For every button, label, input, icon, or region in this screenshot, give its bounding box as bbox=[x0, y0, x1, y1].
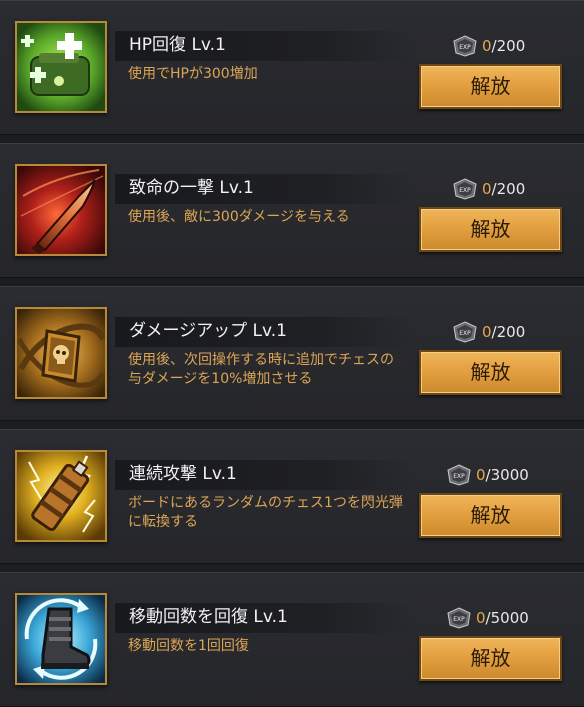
skill-card-damage-up: ダメージアップ Lv.1 使用後、次回操作する時に追加でチェスの与ダメージを10… bbox=[0, 286, 584, 421]
skill-card-hp-recovery: HP回復 Lv.1 使用でHPが300増加 EXP 0/200 解放 bbox=[0, 0, 584, 135]
unlock-button[interactable]: 解放 bbox=[419, 350, 562, 395]
exp-required: /200 bbox=[491, 37, 526, 55]
skill-description: 使用でHPが300増加 bbox=[128, 66, 258, 82]
exp-badge-label: EXP bbox=[459, 330, 471, 337]
skill-description: ボードにあるランダムのチェス1つを閃光弾に転換する bbox=[128, 495, 403, 530]
exp-badge-label: EXP bbox=[459, 44, 471, 51]
skill-description: 使用後、次回操作する時に追加でチェスの与ダメージを10%増加させる bbox=[128, 352, 394, 387]
exp-required: /200 bbox=[491, 180, 526, 198]
exp-cost: EXP 0/3000 bbox=[446, 464, 529, 486]
exp-current: 0 bbox=[482, 37, 492, 55]
exp-current: 0 bbox=[482, 323, 492, 341]
unlock-button[interactable]: 解放 bbox=[419, 493, 562, 538]
exp-current: 0 bbox=[482, 180, 492, 198]
exp-cost: EXP 0/200 bbox=[452, 321, 525, 343]
skill-title: 連続攻撃 Lv.1 bbox=[129, 464, 237, 484]
green-medkit-icon bbox=[15, 21, 107, 113]
skill-title: 致命の一撃 Lv.1 bbox=[129, 178, 254, 198]
exp-badge-icon: EXP bbox=[453, 321, 477, 343]
skill-title: HP回復 Lv.1 bbox=[129, 35, 226, 55]
exp-required: /3000 bbox=[485, 466, 529, 484]
exp-current: 0 bbox=[476, 609, 486, 627]
exp-badge-label: EXP bbox=[453, 616, 465, 623]
exp-badge-icon: EXP bbox=[447, 464, 471, 486]
skill-card-move-recovery: 移動回数を回復 Lv.1 移動回数を1回回復 EXP 0/5000 解放 bbox=[0, 572, 584, 707]
gold-skull-badge-icon bbox=[15, 307, 107, 399]
skill-title: ダメージアップ Lv.1 bbox=[129, 321, 287, 341]
exp-current: 0 bbox=[476, 466, 486, 484]
unlock-button[interactable]: 解放 bbox=[419, 207, 562, 252]
lightning-grenade-icon bbox=[15, 450, 107, 542]
skill-description: 移動回数を1回回復 bbox=[128, 638, 249, 654]
skill-card-combo-attack: 連続攻撃 Lv.1 ボードにあるランダムのチェス1つを閃光弾に転換する EXP … bbox=[0, 429, 584, 564]
exp-badge-label: EXP bbox=[459, 187, 471, 194]
unlock-button[interactable]: 解放 bbox=[419, 64, 562, 109]
exp-badge-icon: EXP bbox=[453, 35, 477, 57]
exp-cost: EXP 0/200 bbox=[452, 178, 525, 200]
exp-cost: EXP 0/200 bbox=[452, 35, 525, 57]
skill-card-critical-strike: 致命の一撃 Lv.1 使用後、敵に300ダメージを与える EXP 0/200 解… bbox=[0, 143, 584, 278]
skill-description: 使用後、敵に300ダメージを与える bbox=[128, 209, 350, 225]
exp-required: /200 bbox=[491, 323, 526, 341]
skill-title: 移動回数を回復 Lv.1 bbox=[129, 607, 288, 627]
unlock-button[interactable]: 解放 bbox=[419, 636, 562, 681]
blue-boot-icon bbox=[15, 593, 107, 685]
exp-badge-icon: EXP bbox=[447, 607, 471, 629]
red-bullet-icon bbox=[15, 164, 107, 256]
exp-badge-icon: EXP bbox=[453, 178, 477, 200]
exp-badge-label: EXP bbox=[453, 473, 465, 480]
exp-cost: EXP 0/5000 bbox=[446, 607, 529, 629]
exp-required: /5000 bbox=[485, 609, 529, 627]
